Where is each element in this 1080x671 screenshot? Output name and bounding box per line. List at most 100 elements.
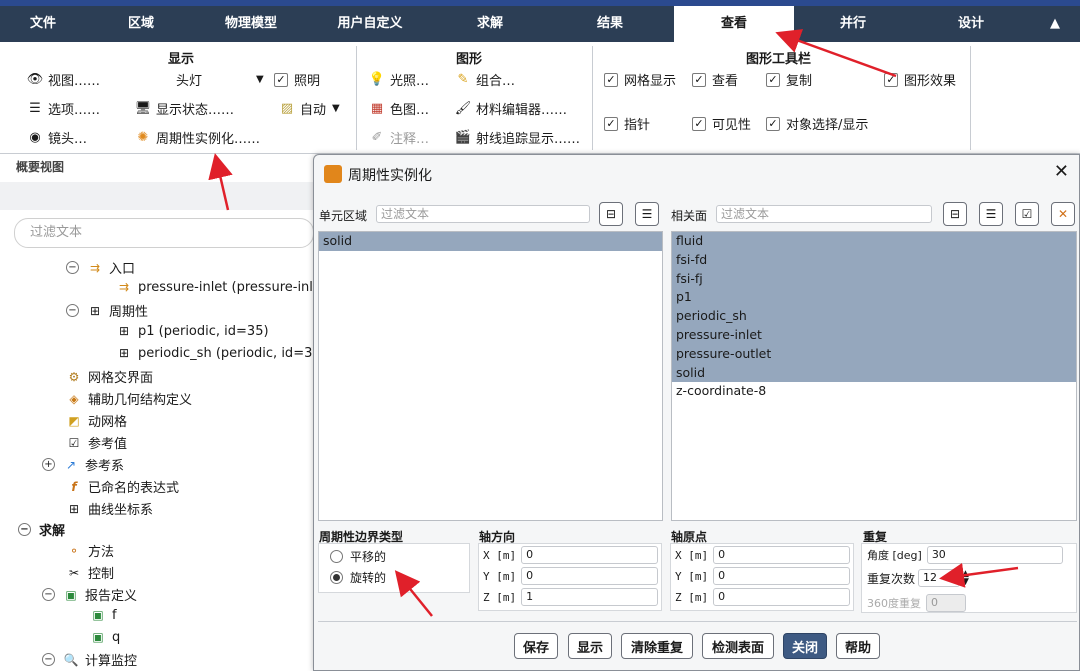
mesh-display-checkbox[interactable]: ✓ 网格显示 xyxy=(604,70,676,89)
close-icon[interactable]: ✕ xyxy=(1054,161,1069,182)
list-item[interactable]: pressure-outlet xyxy=(672,344,1076,364)
magnifier-icon: 🔍 xyxy=(63,652,79,667)
cell-zones-list[interactable]: solid xyxy=(318,231,663,521)
reference-values-icon: ☑ xyxy=(68,435,80,450)
copy-checkbox[interactable]: ✓ 复制 xyxy=(766,70,812,89)
check-list-icon[interactable]: ☑ xyxy=(1015,202,1039,226)
select-all-icon[interactable]: ⊟ xyxy=(943,202,967,226)
clear-repeats-button[interactable]: 清除重复 xyxy=(621,633,693,659)
tree-item-curvilinear[interactable]: ⊞ 曲线坐标系 xyxy=(66,499,153,519)
tree-item-pressure-inlet[interactable]: ⇉ pressure-inlet (pressure-inlet xyxy=(116,279,326,295)
tab-results[interactable]: 结果 xyxy=(546,6,674,42)
axis-origin-x-input[interactable]: 0 xyxy=(713,546,851,564)
lens-button[interactable]: ◉ 镜头… xyxy=(26,128,87,147)
tree-item-dynamic-mesh[interactable]: ◩ 动网格 xyxy=(66,411,127,431)
view-button[interactable]: 👁 视图…… xyxy=(26,70,100,89)
list-item[interactable]: fsi-fd xyxy=(672,250,1076,270)
list-item[interactable]: solid xyxy=(672,363,1076,383)
lighting-checkbox[interactable]: ✓ 照明 xyxy=(274,70,320,89)
auto-dropdown[interactable]: ▨ 自动 ▼ xyxy=(278,99,340,118)
axis-origin-y-input[interactable]: 0 xyxy=(713,567,851,585)
list-item[interactable]: solid xyxy=(319,232,662,251)
angle-input[interactable]: 30 xyxy=(926,546,1063,564)
collapse-icon[interactable]: − xyxy=(18,523,31,536)
list-item[interactable]: fluid xyxy=(672,232,1076,251)
tab-solution[interactable]: 求解 xyxy=(434,6,546,42)
tab-file[interactable]: 文件 xyxy=(0,6,86,42)
list-item[interactable]: p1 xyxy=(672,288,1076,308)
tree-item-aux-geometry[interactable]: ◈ 辅助几何结构定义 xyxy=(66,389,192,409)
tab-view[interactable]: 查看 xyxy=(674,6,794,42)
options-button[interactable]: ☰ 选项…… xyxy=(26,99,100,118)
translational-radio[interactable]: 平移的 xyxy=(330,548,386,565)
select-all-icon[interactable]: ⊟ xyxy=(599,202,623,226)
tree-item-report-definitions[interactable]: − ▣ 报告定义 xyxy=(42,585,137,604)
lights-button[interactable]: 💡 光照… xyxy=(368,70,429,89)
collapse-icon[interactable]: − xyxy=(66,261,79,274)
tree-item-f[interactable]: ▣ f xyxy=(90,607,116,623)
tab-domain[interactable]: 区域 xyxy=(86,6,196,42)
tree-item-reference-frames[interactable]: + ↗ 参考系 xyxy=(42,455,124,474)
visibility-checkbox[interactable]: ✓ 可见性 xyxy=(692,114,751,133)
list-item[interactable]: fsi-fj xyxy=(672,269,1076,289)
axis-origin-z-input[interactable]: 0 xyxy=(713,588,851,606)
tree-item-q[interactable]: ▣ q xyxy=(90,629,120,645)
tree-item-solution[interactable]: − 求解 xyxy=(18,520,65,539)
list-item[interactable]: pressure-inlet xyxy=(672,325,1076,345)
tree-item-named-expressions[interactable]: f 已命名的表达式 xyxy=(66,477,179,497)
display-button[interactable]: 显示 xyxy=(568,633,612,659)
annotate-button[interactable]: ✐ 注释… xyxy=(368,128,429,147)
collapse-icon[interactable]: − xyxy=(42,653,55,666)
tree-item-periodic-sh[interactable]: ⊞ periodic_sh (periodic, id=36) xyxy=(116,345,326,361)
pointer-checkbox[interactable]: ✓ 指针 xyxy=(604,114,650,133)
colormap-button[interactable]: ▦ 色图… xyxy=(368,99,429,118)
list-menu-icon[interactable]: ☰ xyxy=(635,202,659,226)
tab-parallel[interactable]: 并行 xyxy=(794,6,912,42)
tree-item-inlet[interactable]: − ⇉ 入口 xyxy=(66,258,135,277)
axis-dir-z-input[interactable]: 1 xyxy=(521,588,659,606)
inlet-icon: ⇉ xyxy=(118,280,130,294)
material-editor-button[interactable]: 🖌 材料编辑器…… xyxy=(454,99,567,118)
rotational-radio[interactable]: 旋转的 xyxy=(330,569,386,586)
list-menu-icon[interactable]: ☰ xyxy=(979,202,1003,226)
headlight-dropdown[interactable]: 头灯 ▼ xyxy=(176,70,264,89)
brush-icon: 🖌 xyxy=(454,101,472,116)
list-item[interactable]: z-coordinate-8 xyxy=(672,382,1076,401)
repeat-count-input[interactable]: 12 xyxy=(918,569,961,587)
compose-button[interactable]: ✎ 组合… xyxy=(454,70,515,89)
save-button[interactable]: 保存 xyxy=(514,633,558,659)
expand-icon[interactable]: + xyxy=(42,458,55,471)
tree-item-controls[interactable]: ✂ 控制 xyxy=(66,563,114,583)
tree-item-p1[interactable]: ⊞ p1 (periodic, id=35) xyxy=(116,323,269,339)
axis-dir-y-input[interactable]: 0 xyxy=(521,567,659,585)
object-select-checkbox[interactable]: ✓ 对象选择/显示 xyxy=(766,114,868,133)
collapse-icon[interactable]: − xyxy=(42,588,55,601)
tree-item-periodic[interactable]: − ⊞ 周期性 xyxy=(66,301,148,320)
periodic-label: 周期性实例化…… xyxy=(156,132,261,147)
tab-user-defined[interactable]: 用户自定义 xyxy=(306,6,434,42)
list-item[interactable]: periodic_sh xyxy=(672,307,1076,326)
collapse-icon[interactable]: − xyxy=(66,304,79,317)
tree-item-monitors[interactable]: − 🔍 计算监控 xyxy=(42,650,137,669)
view-checkbox[interactable]: ✓ 查看 xyxy=(692,70,738,89)
axis-dir-x-input[interactable]: 0 xyxy=(521,546,659,564)
tab-design[interactable]: 设计 xyxy=(912,6,1030,42)
help-button[interactable]: 帮助 xyxy=(836,633,880,659)
tree-item-methods[interactable]: ⚬ 方法 xyxy=(66,541,114,561)
surfaces-filter-input[interactable]: 过滤文本 xyxy=(716,205,932,223)
check-surfaces-button[interactable]: 检测表面 xyxy=(702,633,774,659)
tab-physics[interactable]: 物理模型 xyxy=(196,6,306,42)
periodic-instancing-button[interactable]: ✺ 周期性实例化…… xyxy=(134,128,260,147)
surfaces-list[interactable]: fluid fsi-fd fsi-fj p1 periodic_sh press… xyxy=(671,231,1077,521)
close-button[interactable]: 关闭 xyxy=(783,633,827,659)
tree-item-mesh-interface[interactable]: ⚙ 网格交界面 xyxy=(66,367,153,387)
spinner-icon[interactable]: ▲ ▼ xyxy=(962,570,969,587)
raytrace-button[interactable]: 🎬 射线追踪显示…… xyxy=(454,128,580,147)
tree-item-reference-values[interactable]: ☑ 参考值 xyxy=(66,433,127,453)
collapse-ribbon-button[interactable]: ▲ xyxy=(1030,6,1080,42)
deselect-icon[interactable]: ✕ xyxy=(1051,202,1075,226)
display-state-button[interactable]: 🖥 显示状态…… xyxy=(134,99,234,118)
graphic-effects-checkbox[interactable]: ✓ 图形效果 xyxy=(884,70,956,89)
cell-zones-filter-input[interactable]: 过滤文本 xyxy=(376,205,590,223)
outline-filter-input[interactable]: 过滤文本 xyxy=(14,218,314,248)
